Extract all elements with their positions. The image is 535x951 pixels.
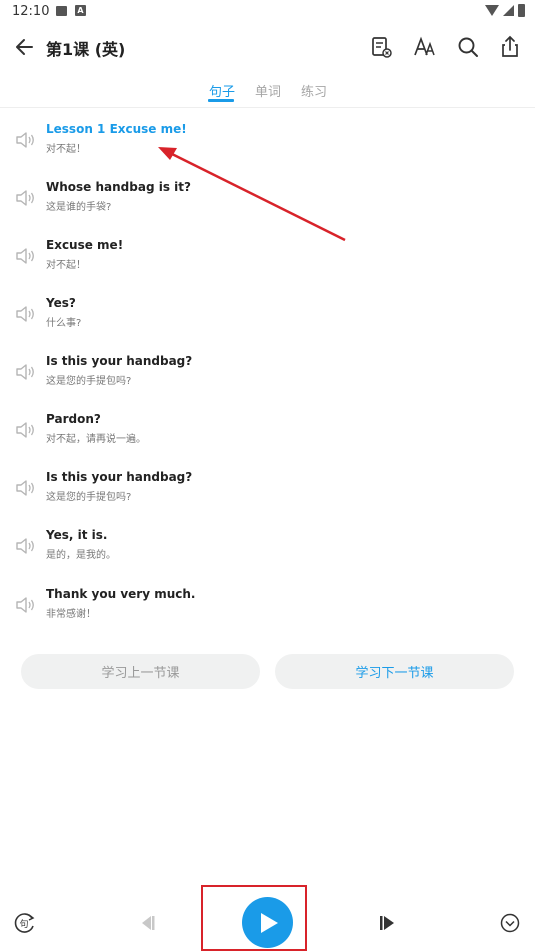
notes-icon (372, 37, 392, 58)
sentence-english: Is this your handbag? (46, 354, 193, 368)
sentence-english: Yes, it is. (46, 528, 108, 542)
sentence-repeat-icon: 句 (14, 913, 35, 933)
sentence-chinese: 这是您的手提包吗? (46, 492, 132, 503)
sentence-row[interactable]: Is this your handbag? 这是您的手提包吗? (0, 470, 535, 520)
play-button-highlight (201, 885, 307, 951)
expand-down-icon (500, 913, 520, 933)
search-button[interactable] (453, 32, 483, 62)
sentence-chinese: 对不起！ (46, 260, 86, 271)
system-status-icons (485, 4, 525, 17)
player-bar: 句 (0, 885, 535, 951)
next-button[interactable] (375, 910, 401, 936)
previous-lesson-button[interactable]: 学习上一节课 (21, 654, 260, 689)
sentence-chinese: 对不起！ (46, 144, 86, 155)
speaker-icon[interactable] (14, 419, 38, 441)
wifi-icon (485, 5, 499, 16)
font-size-icon (414, 36, 435, 56)
status-time: 12:10 (12, 4, 50, 19)
previous-icon (142, 916, 155, 930)
sentence-english: Whose handbag is it? (46, 180, 191, 194)
tab-words[interactable]: 单词 (255, 81, 281, 100)
app-bar: 第1课 (英) (0, 24, 535, 70)
sentence-row[interactable]: Excuse me! 对不起！ (0, 238, 535, 288)
sentence-row[interactable]: Thank you very much. 非常感谢！ (0, 587, 535, 637)
share-button[interactable] (496, 32, 526, 62)
next-lesson-button[interactable]: 学习下一节课 (275, 654, 514, 689)
notes-button[interactable] (366, 32, 396, 62)
sentence-english: Excuse me! (46, 238, 124, 252)
active-tab-indicator (208, 99, 234, 102)
sentence-row[interactable]: Whose handbag is it? 这是谁的手袋? (0, 180, 535, 230)
tab-sentences[interactable]: 句子 (209, 81, 235, 100)
app-notification-icon: A (75, 5, 86, 16)
search-icon (458, 37, 478, 57)
speaker-icon[interactable] (14, 361, 38, 383)
speaker-icon[interactable] (14, 187, 38, 209)
status-bar: 12:10 A (0, 0, 535, 24)
sentence-row[interactable]: Lesson 1 Excuse me! 对不起！ (0, 122, 535, 172)
battery-icon (518, 4, 525, 17)
tab-bar: 句子 单词 练习 (0, 78, 535, 108)
expand-button[interactable] (497, 910, 523, 936)
speaker-icon[interactable] (14, 594, 38, 616)
sentence-chinese: 非常感谢！ (46, 609, 96, 620)
speaker-icon[interactable] (14, 535, 38, 557)
font-size-button[interactable] (410, 32, 440, 62)
sentence-english: Thank you very much. (46, 587, 196, 601)
tab-practice[interactable]: 练习 (301, 81, 327, 100)
signal-icon (503, 5, 514, 16)
back-arrow-icon (16, 39, 33, 55)
image-notification-icon (56, 6, 67, 16)
sentence-chinese: 这是您的手提包吗? (46, 376, 132, 387)
sentence-english: Yes? (46, 296, 76, 310)
sentence-english: Pardon? (46, 412, 101, 426)
sentence-english: Lesson 1 Excuse me! (46, 122, 187, 136)
sentence-row[interactable]: Yes? 什么事? (0, 296, 535, 346)
sentence-mode-glyph: 句 (20, 918, 29, 930)
share-icon (502, 35, 518, 57)
sentence-chinese: 这是谁的手袋? (46, 202, 112, 213)
page-title: 第1课 (英) (46, 40, 126, 59)
sentence-row[interactable]: Is this your handbag? 这是您的手提包吗? (0, 354, 535, 404)
previous-button[interactable] (134, 910, 160, 936)
speaker-icon[interactable] (14, 129, 38, 151)
next-icon (380, 916, 394, 930)
speaker-icon[interactable] (14, 477, 38, 499)
sentence-chinese: 是的，是我的。 (46, 550, 116, 561)
back-button[interactable] (10, 33, 40, 61)
sentence-repeat-button[interactable]: 句 (12, 910, 38, 936)
speaker-icon[interactable] (14, 245, 38, 267)
sentence-row[interactable]: Yes, it is. 是的，是我的。 (0, 528, 535, 578)
sentence-chinese: 什么事? (46, 318, 82, 329)
sentence-chinese: 对不起，请再说一遍。 (46, 434, 146, 445)
sentence-english: Is this your handbag? (46, 470, 193, 484)
sentence-row[interactable]: Pardon? 对不起，请再说一遍。 (0, 412, 535, 462)
speaker-icon[interactable] (14, 303, 38, 325)
